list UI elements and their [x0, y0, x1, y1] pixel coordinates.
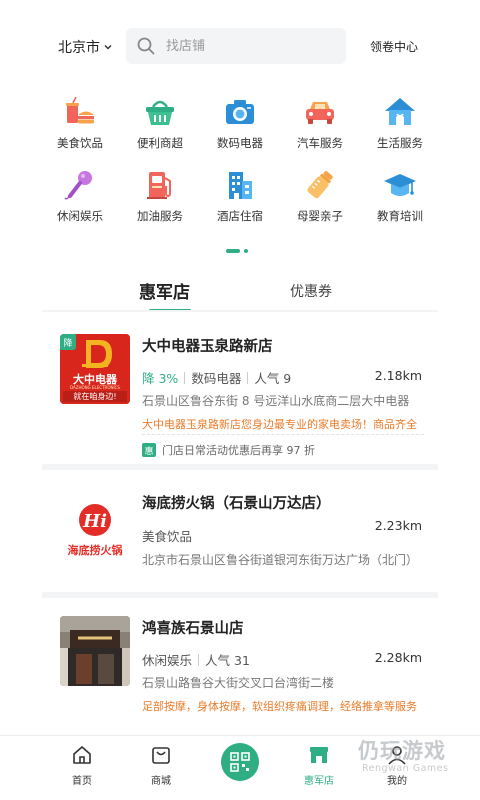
category-label: 教育培训	[377, 209, 423, 223]
coupon-center-link[interactable]: 领卷中心	[370, 38, 418, 55]
category-convenience[interactable]: 便利商超	[120, 95, 200, 153]
store-distance: 2.28km	[374, 650, 422, 665]
category-label: 美食饮品	[57, 136, 103, 150]
shopping-bag-icon	[152, 747, 170, 764]
category-life[interactable]: 生活服务	[360, 95, 440, 153]
nav-mine[interactable]: 我的	[372, 744, 422, 787]
store-activity: 惠 门店日常活动优惠后再享 97 折	[142, 442, 315, 458]
separator	[247, 371, 249, 384]
camera-icon	[226, 100, 254, 124]
category-food[interactable]: 美食饮品	[40, 95, 120, 153]
store-card[interactable]: 鸿喜族石景山店 休闲娱乐 人气 31 2.28km 石景山路鲁谷大街交叉口台湾街…	[42, 598, 438, 726]
separator	[184, 371, 186, 384]
fuel-pump-icon	[147, 172, 171, 199]
separator	[198, 653, 200, 666]
category-label: 休闲娱乐	[57, 209, 103, 223]
category-hotel[interactable]: 酒店住宿	[200, 168, 280, 226]
bottom-nav: 首页 商城 惠军店 我的	[0, 735, 480, 800]
top-bar: 北京市 领卷中心	[0, 28, 480, 66]
nav-hui-store[interactable]: 惠军店	[294, 744, 344, 787]
basket-icon	[146, 100, 174, 125]
hotel-icon	[229, 172, 252, 199]
store-photo	[60, 616, 130, 686]
category-digital[interactable]: 数码电器	[200, 95, 280, 153]
storefront-photo-icon	[60, 616, 130, 686]
store-logo: Hi 海底捞火锅	[60, 494, 130, 564]
category-car[interactable]: 汽车服务	[280, 95, 360, 153]
city-label: 北京市	[58, 40, 100, 56]
qr-code-icon	[230, 752, 250, 772]
food-drink-icon	[66, 96, 94, 124]
scan-qr-button[interactable]	[221, 743, 259, 781]
search-input[interactable]	[166, 38, 326, 54]
user-icon	[388, 746, 406, 765]
store-name: 海底捞火锅（石景山万达店）	[142, 496, 331, 512]
nav-label: 惠军店	[304, 776, 334, 787]
home-icon	[73, 746, 91, 764]
store-promo: 足部按摩，身体按摩，软组织疼痛调理，经络推拿等服务	[142, 700, 417, 713]
svg-text:Hi: Hi	[82, 511, 107, 532]
category-fuel[interactable]: 加油服务	[120, 168, 200, 226]
logo-text: 海底捞火锅	[67, 544, 123, 557]
category-leisure[interactable]: 休闲娱乐	[40, 168, 120, 226]
page-indicator	[226, 249, 248, 253]
store-category: 美食饮品	[142, 529, 193, 544]
logo-subtext: DAZHONG ELECTRONICS	[70, 385, 120, 390]
nav-label: 我的	[387, 776, 407, 787]
logo-slogan: 就在咱身边!	[63, 391, 127, 402]
store-promo: 大中电器玉泉路新店您身边最专业的家电卖场！商品齐全	[142, 418, 417, 431]
nav-label: 商城	[151, 776, 171, 787]
tab-hui-store[interactable]: 惠军店	[139, 278, 190, 303]
activity-tag: 惠	[142, 443, 156, 457]
chevron-down-icon	[104, 45, 112, 50]
house-icon	[385, 98, 415, 125]
category-label: 生活服务	[377, 136, 423, 150]
page-dot	[244, 249, 248, 253]
graduation-cap-icon	[384, 174, 416, 196]
store-discount: 降 3%	[142, 371, 179, 386]
store-popularity: 人气 9	[254, 371, 292, 386]
store-category: 休闲娱乐	[142, 653, 193, 668]
car-icon	[306, 102, 334, 124]
store-address: 石景山区鲁谷东街 8 号远洋山水底商二层大中电器	[142, 394, 410, 408]
store-card[interactable]: Hi 海底捞火锅 海底捞火锅（石景山万达店） 美食饮品 2.23km 北京市石景…	[42, 470, 438, 592]
city-selector[interactable]: 北京市	[58, 37, 113, 57]
store-distance: 2.23km	[374, 518, 422, 533]
search-bar[interactable]	[126, 28, 346, 64]
store-category: 数码电器	[191, 371, 242, 386]
category-label: 便利商超	[137, 136, 183, 150]
nav-label: 首页	[72, 776, 92, 787]
discount-badge: 降	[60, 334, 76, 350]
search-icon	[137, 37, 155, 55]
store-popularity: 人气 31	[205, 653, 250, 668]
dashed-divider	[142, 434, 424, 435]
divider	[42, 310, 438, 312]
store-name: 大中电器玉泉路新店	[142, 339, 273, 355]
baby-bottle-icon	[307, 171, 333, 199]
microphone-icon	[64, 171, 92, 200]
activity-text: 门店日常活动优惠后再享 97 折	[162, 444, 315, 457]
category-label: 加油服务	[137, 209, 183, 223]
store-distance: 2.18km	[374, 368, 422, 383]
store-name: 鸿喜族石景山店	[142, 621, 244, 637]
category-label: 母婴亲子	[297, 209, 343, 223]
category-label: 汽车服务	[297, 136, 343, 150]
category-label: 数码电器	[217, 136, 263, 150]
store-address: 北京市石景山区鲁谷街道银河东街万达广场（北门）	[142, 553, 419, 567]
nav-home[interactable]: 首页	[57, 744, 107, 787]
category-education[interactable]: 教育培训	[360, 168, 440, 226]
store-icon	[310, 747, 328, 763]
store-logo: 降 大中电器 DAZHONG ELECTRONICS 就在咱身边!	[60, 334, 130, 404]
category-mother-baby[interactable]: 母婴亲子	[280, 168, 360, 226]
category-grid: 美食饮品 便利商超 数码电器 汽车服务 生活服务 休闲娱乐 加油服务 酒店住宿 …	[40, 95, 440, 226]
store-card[interactable]: 降 大中电器 DAZHONG ELECTRONICS 就在咱身边! 大中电器玉泉…	[42, 318, 438, 464]
store-address: 石景山路鲁谷大街交叉口台湾街二楼	[142, 676, 335, 690]
nav-mall[interactable]: 商城	[136, 744, 186, 787]
page-dot-active	[226, 249, 240, 253]
category-label: 酒店住宿	[217, 209, 263, 223]
tab-coupons[interactable]: 优惠券	[290, 281, 332, 301]
